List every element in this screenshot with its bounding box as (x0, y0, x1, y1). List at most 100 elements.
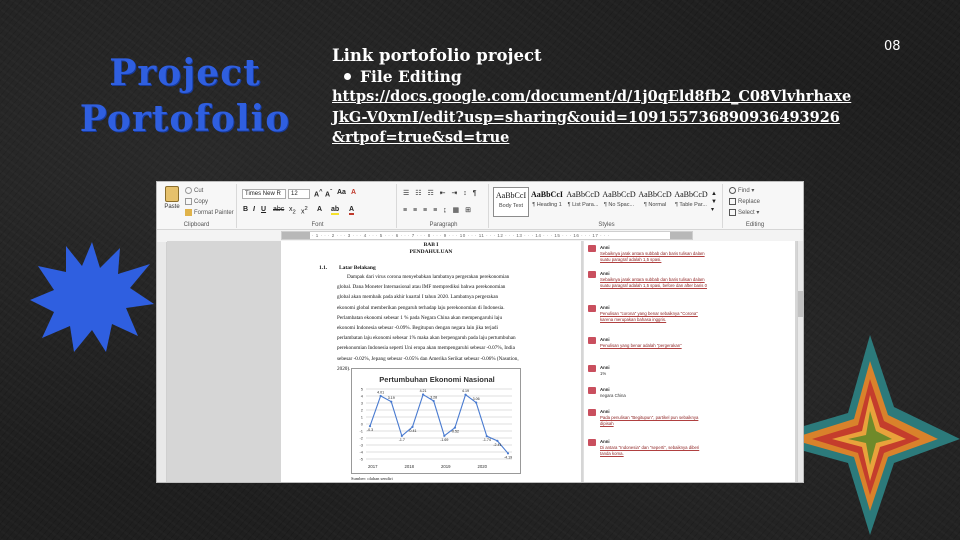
format-painter-button[interactable]: Format Painter (185, 209, 234, 216)
chart-title: Pertumbuhan Ekonomi Nasional (379, 375, 494, 384)
document-page[interactable]: BAB I PENDAHULUAN 1.1. Latar Belakang Da… (281, 241, 581, 482)
style-normal[interactable]: AaBbCcD ¶ Normal (637, 187, 673, 217)
data-point (432, 399, 435, 403)
data-point (368, 425, 372, 428)
y-tick-label: 0 (361, 422, 364, 427)
chapter-heading: BAB I PENDAHULUAN (409, 242, 453, 255)
paragraph-label: Paragraph (429, 222, 458, 228)
comment-text: Sebaiknya jarak antara subbab dan baris … (600, 251, 705, 262)
x-tick-label: 2020 (478, 464, 488, 469)
ruler-right-margin (670, 232, 692, 239)
data-point (400, 434, 403, 437)
y-tick-label: 3 (361, 401, 364, 406)
data-label: 3.06 (473, 397, 480, 401)
list-buttons[interactable]: ☰ ☷ ☶ ⇤ ⇥ ↕ ¶ (403, 189, 479, 197)
vertical-scrollbar[interactable] (797, 241, 803, 482)
data-label: 3.19 (388, 396, 395, 400)
chart-svg: Pertumbuhan Ekonomi Nasional 5 4 3 2 1 0 -1 -2 -3… (359, 375, 512, 469)
copy-icon (185, 198, 192, 205)
comment-avatar-icon (588, 245, 596, 252)
data-point (475, 401, 478, 404)
chart-source: Sumber: olahan sendiri (351, 476, 393, 481)
scrollbar-thumb[interactable] (798, 291, 803, 317)
body-paragraph: Dampak dari virus corona menyebabkan lam… (337, 274, 519, 372)
font-family-select[interactable]: Times New R (242, 189, 286, 199)
style-body-text[interactable]: AaBbCcI Body Text (493, 187, 529, 217)
align-buttons[interactable]: ≡ ≡ ≡ ≡ ↨ ▦ ⊞ (403, 206, 473, 214)
select-button[interactable]: Select ▾ (729, 209, 759, 216)
data-label: -0.41 (408, 429, 416, 433)
comment-author: Anni (600, 409, 610, 414)
clipboard-label: Clipboard (183, 222, 210, 228)
data-point (421, 393, 425, 396)
underline-button[interactable]: U (261, 206, 266, 213)
style-no-spacing[interactable]: AaBbCcD ¶ No Spac... (601, 187, 637, 217)
change-case-button[interactable]: Aa (337, 189, 346, 196)
clipboard-icon (165, 186, 179, 202)
comment-author: Anni (600, 337, 610, 342)
y-tick-label: 2 (361, 408, 364, 413)
superscript-button[interactable]: x2 (301, 206, 308, 215)
ribbon: Paste Cut Copy Format Painter Clipboard … (157, 182, 803, 230)
data-label: -1.7 (399, 438, 405, 442)
cursor-icon (729, 209, 736, 216)
economic-growth-chart[interactable]: Pertumbuhan Ekonomi Nasional 5 4 3 2 1 0 -1 -2 -3… (351, 368, 521, 474)
shrink-font-button[interactable]: Aˇ (325, 189, 332, 198)
y-tick-label: 5 (361, 387, 364, 392)
data-label: 3.28 (430, 396, 437, 400)
find-button[interactable]: Find ▾ (729, 187, 754, 194)
replace-icon (729, 198, 736, 205)
data-label: -1.69 (440, 438, 448, 442)
data-label: -1.74 (483, 438, 491, 442)
slide-title: Project Portofolio (70, 50, 300, 142)
clear-format-button[interactable]: A (351, 189, 356, 196)
data-label: 4.21 (420, 389, 427, 393)
comment-author: Anni (600, 365, 610, 370)
comment-author: Anni (600, 439, 610, 444)
editing-label: Editing (745, 222, 765, 228)
x-tick-label: 2018 (405, 464, 415, 469)
data-point (379, 394, 382, 398)
style-list-paragraph[interactable]: AaBbCcD ¶ List Para... (565, 187, 601, 217)
bold-button[interactable]: B (243, 206, 248, 213)
paintbrush-icon (185, 209, 192, 216)
font-size-select[interactable]: 12 (288, 189, 310, 199)
link-block: Link portofolio project File Editing htt… (332, 46, 852, 149)
document-area: BAB I PENDAHULUAN 1.1. Latar Belakang Da… (167, 241, 799, 482)
copy-button[interactable]: Copy (185, 198, 208, 205)
highlight-button[interactable]: ab (331, 206, 340, 215)
styles-group: AaBbCcI Body Text AaBbCcI ¶ Heading 1 AaBb… (491, 184, 723, 228)
italic-button[interactable]: I (253, 206, 255, 213)
strikethrough-button[interactable]: abc (273, 206, 284, 213)
blue-starburst-icon (30, 242, 154, 352)
data-point (506, 452, 510, 455)
link-heading: Link portofolio project (332, 46, 542, 65)
horizontal-ruler[interactable]: · 1 · · · 2 · · · 3 · · · 4 · · · 5 · · … (281, 231, 693, 240)
subscript-button[interactable]: x2 (289, 206, 296, 215)
vertical-ruler[interactable] (157, 242, 167, 482)
portfolio-link[interactable]: https://docs.google.com/document/d/1j0qE… (332, 87, 852, 149)
data-point (390, 400, 393, 403)
bullet-text: File Editing (360, 66, 462, 86)
style-heading-1[interactable]: AaBbCcI ¶ Heading 1 (529, 187, 565, 217)
data-label: 4.19 (462, 389, 469, 393)
text-effects-button[interactable]: A (317, 206, 322, 213)
comment-text: 1% (600, 371, 607, 376)
data-label: -2.41 (493, 443, 501, 447)
y-tick-label: -3 (359, 443, 363, 448)
page-number: 08 (884, 39, 901, 54)
replace-button[interactable]: Replace (729, 198, 760, 205)
style-table-paragraph[interactable]: AaBbCcD ¶ Table Par... (673, 187, 709, 217)
comment-avatar-icon (588, 337, 596, 344)
section-heading: 1.1. Latar Belakang (319, 265, 376, 271)
font-color-button[interactable]: A (349, 206, 355, 215)
styles-label: Styles (598, 222, 615, 228)
x-tick-label: 2017 (368, 464, 378, 469)
y-tick-label: -5 (359, 457, 363, 462)
cut-button[interactable]: Cut (185, 187, 203, 194)
paste-button[interactable]: Paste (161, 186, 183, 216)
data-label: -4.19 (504, 455, 512, 459)
grow-font-button[interactable]: A^ (314, 189, 322, 198)
y-tick-label: -1 (359, 429, 363, 434)
styles-scroll-icon[interactable]: ▲ ▼ ▾ (711, 190, 717, 214)
